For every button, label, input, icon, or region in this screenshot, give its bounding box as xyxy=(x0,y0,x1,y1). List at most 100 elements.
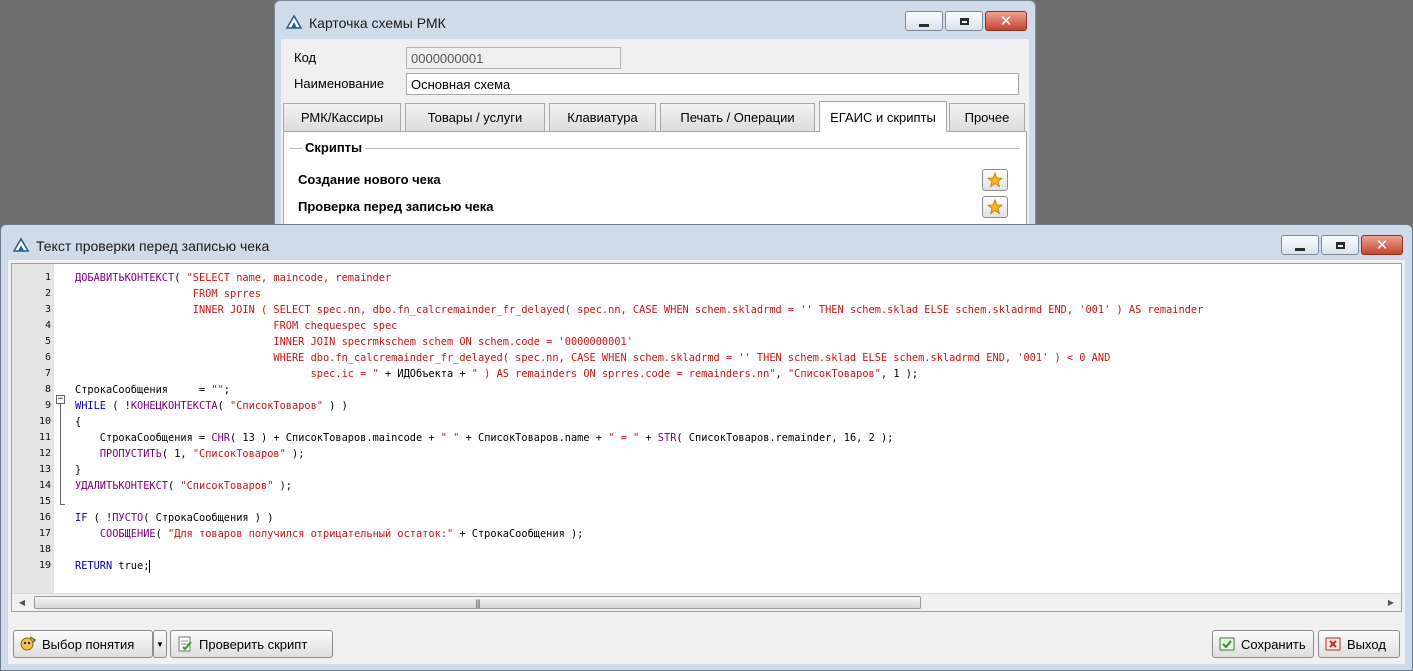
exit-button[interactable]: Выход xyxy=(1318,630,1400,658)
text-caret xyxy=(149,559,151,573)
minimize-button[interactable] xyxy=(1281,235,1319,255)
scroll-right-arrow-icon[interactable]: ▶ xyxy=(1385,597,1397,609)
close-button[interactable]: ✕ xyxy=(1361,235,1403,255)
code-token: ( xyxy=(174,272,187,284)
line-number: 19 xyxy=(38,560,51,571)
line-number: 5 xyxy=(44,336,51,347)
code-field[interactable]: 0000000001 xyxy=(406,47,621,69)
script-editor-title: Текст проверки перед записью чека xyxy=(36,238,270,254)
script-editor-window: Текст проверки перед записью чека ✕ 1234… xyxy=(0,224,1413,671)
code-token: { xyxy=(75,416,82,428)
tab-rmk-cashiers[interactable]: РМК/Кассиры xyxy=(283,103,401,131)
code-editor[interactable]: 1 2 3 4 5 6 7 8 9 10 11 12 13 14 15 16 17 18 19 − ДОБАВИТЬ… xyxy=(11,263,1402,612)
check-document-icon xyxy=(176,635,194,653)
script-new-cheque-button[interactable] xyxy=(982,169,1008,191)
script-before-save-label: Проверка перед записью чека xyxy=(298,199,494,214)
horizontal-scroll-thumb[interactable]: ||| xyxy=(34,596,921,609)
scheme-card-window: Карточка схемы РМК ✕ Код 0000000001 Наим… xyxy=(274,0,1036,241)
code-line: INNER JOIN specrmkschem schem ON schem.c… xyxy=(75,334,633,350)
app-logo-icon xyxy=(285,13,303,31)
code-token: ( 13 ) + СписокТоваров.maincode + xyxy=(230,432,441,444)
code-token: FROM sprres xyxy=(75,288,261,300)
maximize-button[interactable] xyxy=(945,11,983,31)
exit-label: Выход xyxy=(1347,636,1386,652)
maximize-button[interactable] xyxy=(1321,235,1359,255)
fold-toggle[interactable]: − xyxy=(56,395,65,404)
code-token: ; xyxy=(223,384,230,396)
code-token: "Для товаров получился отрицательный ост… xyxy=(168,528,454,540)
code-line: { xyxy=(75,414,81,430)
code-token: "СписокТоваров" xyxy=(192,448,286,460)
line-number: 10 xyxy=(38,416,51,427)
line-number: 17 xyxy=(38,528,51,539)
close-button[interactable]: ✕ xyxy=(985,11,1027,31)
code-token: ПРОПУСТИТЬ xyxy=(99,448,162,460)
line-number: 4 xyxy=(44,320,51,331)
code-token: FROM chequespec spec xyxy=(75,320,398,332)
code-line: ДОБАВИТЬКОНТЕКСТ( "SELECT name, maincode… xyxy=(75,270,391,286)
code-line: FROM sprres xyxy=(75,286,261,302)
minimize-icon xyxy=(1295,247,1305,251)
maximize-icon xyxy=(959,17,969,25)
line-number: 2 xyxy=(44,288,51,299)
code-token: ); xyxy=(273,480,293,492)
code-token: , 1 ); xyxy=(880,368,919,380)
code-token: ДОБАВИТЬКОНТЕКСТ xyxy=(75,272,175,284)
code-token: "СписокТоваров" xyxy=(787,368,881,380)
code-token: CHR xyxy=(211,432,230,444)
name-field[interactable]: Основная схема xyxy=(406,73,1019,95)
code-line: IF ( !ПУСТО( СтрокаСообщения ) ) xyxy=(75,510,273,526)
code-line: УДАЛИТЬКОНТЕКСТ( "СписокТоваров" ); xyxy=(75,478,292,494)
line-number: 9 xyxy=(44,400,51,411)
code-line: WHERE dbo.fn_calcremainder_fr_delayed( s… xyxy=(75,350,1110,366)
chevron-down-icon: ▼ xyxy=(156,639,164,649)
code-token: ( СтрокаСообщения ) ) xyxy=(143,512,274,524)
code-line: spec.ic = " + ИДОбъекта + " ) AS remaind… xyxy=(75,366,919,382)
tab-other[interactable]: Прочее xyxy=(949,103,1025,131)
scheme-tabs: РМК/Кассиры Товары / услуги Клавиатура П… xyxy=(283,101,1027,132)
star-icon xyxy=(987,172,1003,188)
minimize-button[interactable] xyxy=(905,11,943,31)
save-button[interactable]: Сохранить xyxy=(1212,630,1314,658)
code-line: FROM chequespec spec xyxy=(75,318,397,334)
code-token: ( ! xyxy=(87,512,113,524)
close-icon: ✕ xyxy=(999,11,1013,30)
code-token: " " xyxy=(440,432,460,444)
code-line: RETURN true; xyxy=(75,558,151,574)
script-before-save-button[interactable] xyxy=(982,196,1008,218)
code-token: WHILE xyxy=(75,400,106,412)
tab-goods-services[interactable]: Товары / услуги xyxy=(405,103,545,131)
line-number: 13 xyxy=(38,464,51,475)
scripts-group-title: Скрипты xyxy=(302,140,366,155)
group-divider xyxy=(290,148,1020,149)
scroll-left-arrow-icon[interactable]: ◀ xyxy=(16,597,28,609)
code-token: , xyxy=(775,368,788,380)
code-token: + xyxy=(639,432,658,444)
tab-keyboard[interactable]: Клавиатура xyxy=(549,103,656,131)
code-token: " ) AS remainders ON sprres.code = remai… xyxy=(471,368,776,380)
code-token: "СписокТоваров" xyxy=(180,480,274,492)
line-number: 11 xyxy=(38,432,51,443)
code-token: " = " xyxy=(608,432,640,444)
code-token: "SELECT name, maincode, remainder xyxy=(186,272,392,284)
check-script-button[interactable]: Проверить скрипт xyxy=(170,630,333,658)
grip-icon: ||| xyxy=(475,597,480,608)
concept-icon xyxy=(19,635,37,653)
code-token: + СтрокаСообщения ); xyxy=(453,528,584,540)
tab-egais-scripts[interactable]: ЕГАИС и скрипты xyxy=(819,101,947,132)
horizontal-scrollbar[interactable]: ◀ ||| ▶ xyxy=(12,593,1401,611)
line-number: 7 xyxy=(44,368,51,379)
code-token: + СписокТоваров.name + xyxy=(459,432,609,444)
tab-print-operations[interactable]: Печать / Операции xyxy=(660,103,815,131)
concept-select-button[interactable]: Выбор понятия xyxy=(13,630,153,658)
scheme-card-client: Код 0000000001 Наименование Основная схе… xyxy=(281,39,1029,241)
line-number: 14 xyxy=(38,480,51,491)
code-token: } xyxy=(75,464,82,476)
code-token: ПУСТО xyxy=(112,512,144,524)
code-token: УДАЛИТЬКОНТЕКСТ xyxy=(75,480,168,492)
concept-dropdown-button[interactable]: ▼ xyxy=(153,630,167,658)
code-token: RETURN xyxy=(75,560,113,572)
line-number: 6 xyxy=(44,352,51,363)
